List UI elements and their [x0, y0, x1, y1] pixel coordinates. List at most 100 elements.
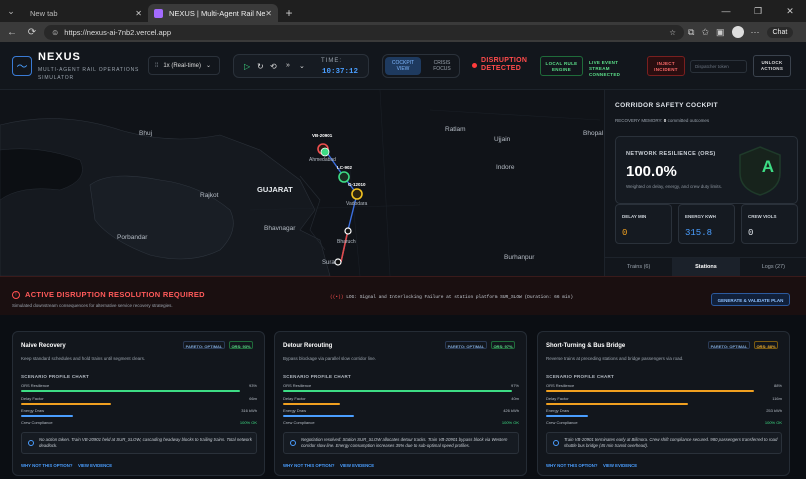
chart-label: SCENARIO PROFILE CHART — [283, 374, 352, 379]
fast-forward-icon[interactable]: » — [286, 62, 290, 69]
kpi-energy: ENERGY KWH 315.8 — [678, 204, 735, 244]
more-menu-icon[interactable]: ⋯ — [751, 27, 760, 38]
station-marker-bharuch[interactable] — [344, 227, 352, 235]
metric-value: 66m — [249, 396, 257, 401]
metric-row: Crew Compliance 100% OK — [21, 420, 257, 432]
restart-icon[interactable]: ↻ — [257, 62, 264, 71]
url-field[interactable]: ⊜ https://nexus-ai-7nb2.vercel.app ☆ — [44, 24, 684, 40]
strategy-desc: Keep standard schedules and hold trains … — [21, 356, 146, 361]
tab-logs[interactable]: Logs (27) — [740, 258, 806, 276]
profile-avatar[interactable] — [731, 26, 744, 38]
metric-label: Crew Compliance — [546, 420, 578, 425]
metric-row: ORS Resilience 88% — [546, 383, 782, 395]
metric-row: Energy Draw 316 kWh — [21, 408, 257, 420]
place-label: Surat — [322, 260, 337, 266]
train-label: G-12010 — [348, 182, 366, 187]
train-marker-lc-902[interactable] — [338, 171, 350, 183]
cockpit-view-button[interactable]: COCKPIT VIEW — [385, 57, 421, 75]
rail-map[interactable]: Bhuj Rajkot GUJARAT Porbandar Bhavnagar … — [0, 90, 604, 276]
note-text: Negotiation resolved: Station SUR_SLOW a… — [301, 437, 508, 448]
signal-icon: ((•)) — [330, 295, 344, 300]
strategy-card-short-turn[interactable]: Short-Turning & Bus Bridge Reverse train… — [537, 331, 790, 476]
place-label: Ujjain — [494, 136, 511, 143]
why-not-link[interactable]: WHY NOT THIS OPTION? — [283, 463, 334, 468]
extensions-icon[interactable]: ⧉ — [688, 27, 694, 38]
browser-tab-nexus[interactable]: NEXUS | Multi-Agent Rail Network ✕ — [148, 4, 278, 22]
metric-label: Crew Compliance — [21, 420, 53, 425]
chart-label: SCENARIO PROFILE CHART — [546, 374, 615, 379]
speed-value: 1x (Real-time) — [163, 62, 202, 69]
time-label: TIME: — [321, 58, 342, 64]
metric-label: Energy Draw — [546, 408, 570, 413]
play-icon[interactable]: ▷ — [244, 62, 250, 71]
close-tab-icon[interactable]: ✕ — [265, 9, 272, 18]
view-evidence-link[interactable]: VIEW EVIDENCE — [603, 463, 637, 468]
pareto-badge: PARETO: OPTIMAL — [708, 341, 750, 349]
view-evidence-link[interactable]: VIEW EVIDENCE — [78, 463, 112, 468]
site-info-icon[interactable]: ⊜ — [52, 28, 58, 37]
app-header: 〜 NEXUS MULTI-AGENT RAIL OPERATIONS SIMU… — [0, 42, 806, 90]
back-icon[interactable]: ← — [4, 24, 20, 40]
pareto-badge: PARETO: OPTIMAL — [445, 341, 487, 349]
metric-label: Energy Draw — [21, 408, 45, 413]
disruption-status: DISRUPTION DETECTED — [472, 57, 533, 73]
close-window-icon[interactable]: ✕ — [774, 0, 806, 22]
tab-trains[interactable]: Trains (6) — [605, 258, 672, 276]
dispatcher-token-input[interactable]: Dispatcher token — [690, 60, 747, 73]
history-icon[interactable]: ⟲ — [270, 62, 277, 71]
reload-icon[interactable]: ⟳ — [24, 24, 40, 40]
view-evidence-link[interactable]: VIEW EVIDENCE — [340, 463, 374, 468]
rule-engine-badge: LOCAL RULE ENGINE — [540, 56, 583, 76]
unlock-actions-button[interactable]: UNLOCK ACTIONS — [753, 55, 791, 77]
generate-plan-button[interactable]: GENERATE & VALIDATE PLAN — [711, 293, 790, 306]
bookmark-star-icon[interactable]: ☆ — [669, 28, 676, 37]
ors-card: NETWORK RESILIENCE (ORS) 100.0% Weighted… — [615, 136, 798, 204]
new-tab-button[interactable]: + — [278, 4, 300, 22]
place-label: Ahmedabad — [309, 157, 336, 163]
close-tab-icon[interactable]: ✕ — [135, 9, 142, 18]
metric-label: Delay Factor — [546, 396, 569, 401]
browser-tab-new[interactable]: New tab ✕ — [24, 4, 148, 22]
metric-value: 100% OK — [239, 420, 257, 425]
tab-stations[interactable]: Stations — [672, 258, 740, 276]
train-label: VB-20901 — [312, 133, 333, 138]
disruption-panel: ! ACTIVE DISRUPTION RESOLUTION REQUIRED … — [0, 276, 806, 479]
pulse-logo-icon: 〜 — [12, 56, 32, 76]
kpi-delay: DELAY MIN 0 — [615, 204, 672, 244]
why-not-link[interactable]: WHY NOT THIS OPTION? — [21, 463, 72, 468]
metric-label: ORS Resilience — [283, 383, 312, 388]
browser-tab-strip: ⌄ New tab ✕ NEXUS | Multi-Agent Rail Net… — [0, 0, 806, 22]
log-text: LOG: Signal and Interlocking Failure at … — [346, 295, 574, 300]
info-icon — [28, 440, 34, 446]
metric-row: Energy Draw 426 kWh — [283, 408, 519, 420]
favorites-icon[interactable]: ✩ — [701, 27, 709, 38]
speed-select[interactable]: ⁞⁞ 1x (Real-time) ⌄ — [148, 56, 220, 75]
panel-title: CORRIDOR SAFETY COCKPIT — [615, 102, 718, 109]
chevron-down-icon[interactable]: ⌄ — [299, 62, 305, 70]
inject-incident-button[interactable]: INJECT INCIDENT — [647, 56, 685, 76]
crisis-focus-button[interactable]: CRISIS FOCUS — [425, 57, 459, 75]
note-text: No action taken. Train VB-20901 held at … — [39, 437, 252, 448]
strategy-card-naive[interactable]: Naive Recovery Keep standard schedules a… — [12, 331, 265, 476]
chat-button[interactable]: Chat — [766, 26, 794, 38]
train-marker-g-12010[interactable] — [351, 188, 363, 200]
place-label: Rajkot — [200, 192, 219, 199]
disruption-header: ! ACTIVE DISRUPTION RESOLUTION REQUIRED … — [0, 277, 806, 315]
metric-row: Delay Factor 116m — [546, 396, 782, 408]
strategy-card-detour[interactable]: Detour Rerouting Bypass blockage via par… — [274, 331, 527, 476]
recovery-memory: RECOVERY MEMORY: 0 committed outcomes — [615, 118, 709, 123]
collections-icon[interactable]: ▣ — [716, 27, 725, 38]
tab-search-icon[interactable]: ⌄ — [0, 0, 22, 22]
metric-label: ORS Resilience — [546, 383, 575, 388]
restore-icon[interactable]: ❐ — [742, 0, 774, 22]
train-label: LC-902 — [337, 165, 353, 170]
metric-row: Delay Factor 66m — [21, 396, 257, 408]
station-marker-ahmedabad[interactable] — [320, 147, 330, 157]
place-label: Bhopal — [583, 130, 604, 137]
minimize-icon[interactable]: — — [710, 0, 742, 22]
ors-badge: ORS: 93% — [229, 341, 253, 349]
metric-bar — [21, 403, 111, 405]
nexus-favicon-icon — [154, 8, 163, 18]
why-not-link[interactable]: WHY NOT THIS OPTION? — [546, 463, 597, 468]
strategy-name: Short-Turning & Bus Bridge — [546, 343, 626, 349]
